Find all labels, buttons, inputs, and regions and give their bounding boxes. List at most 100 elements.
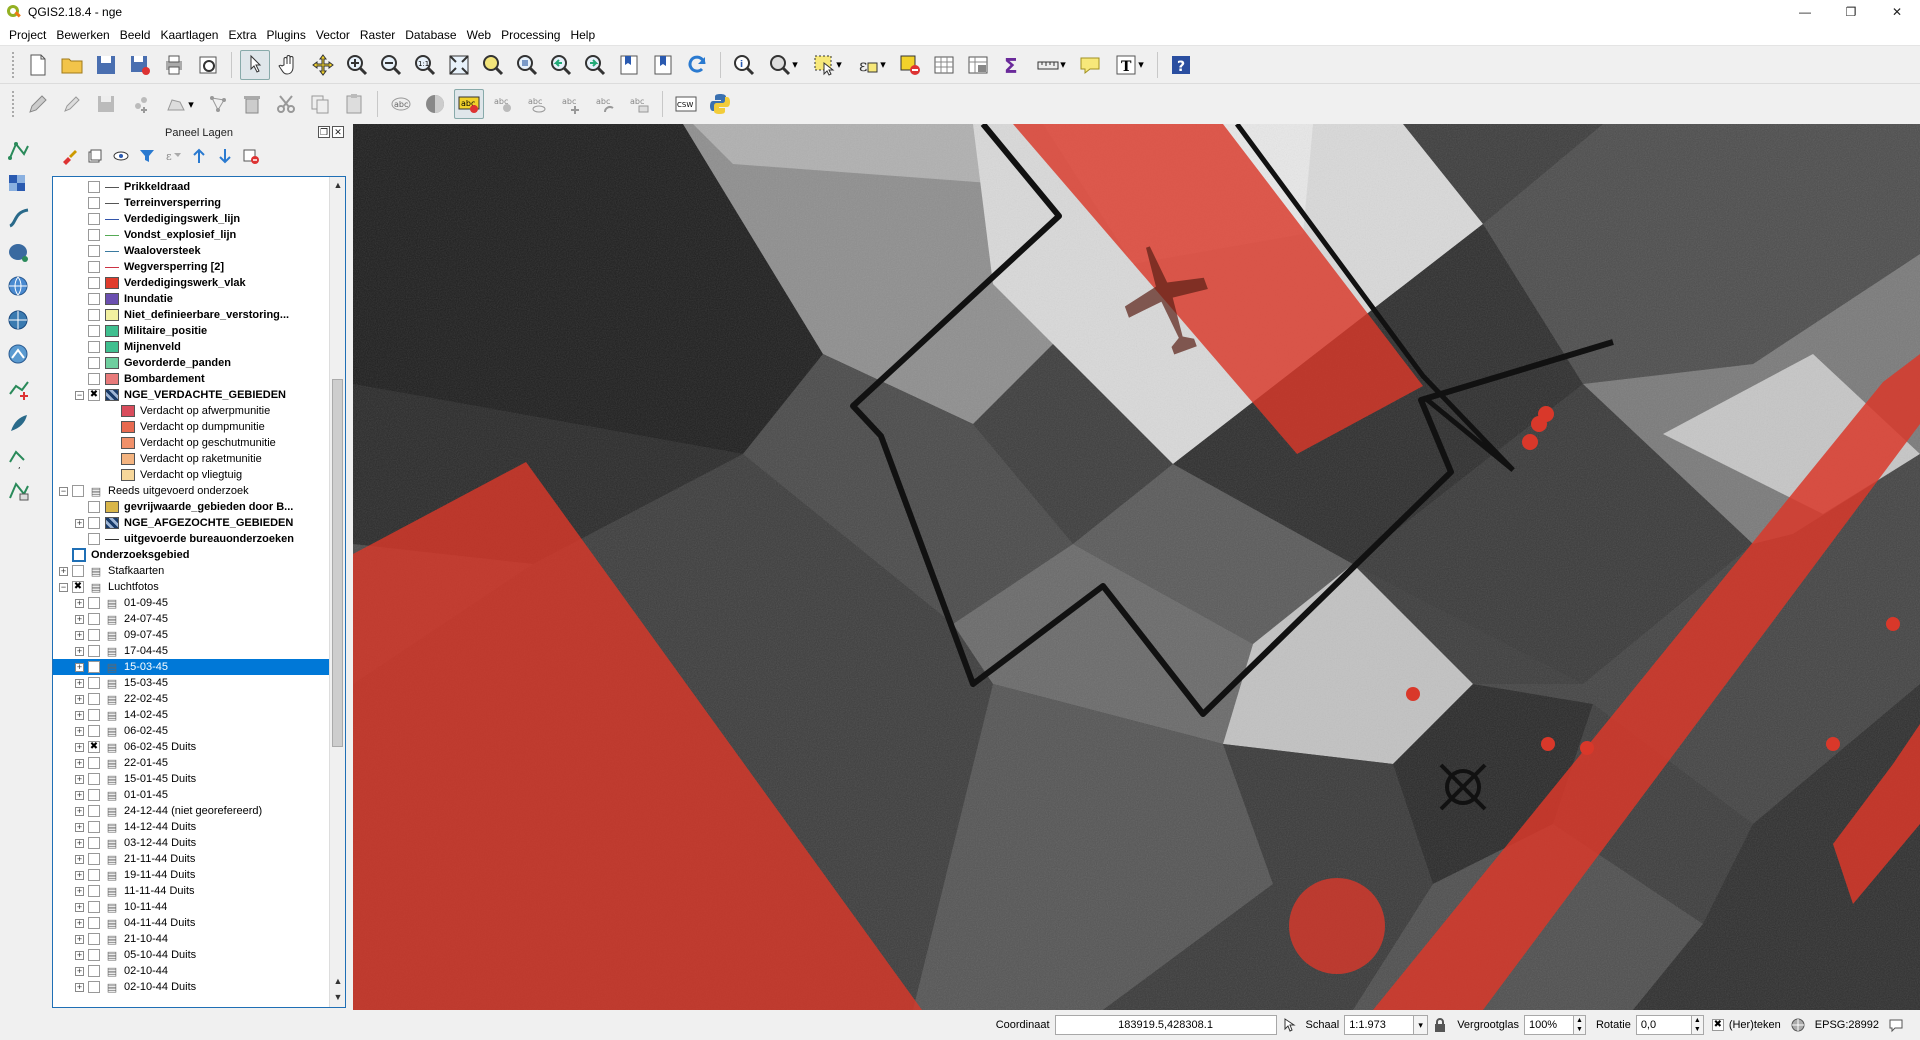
- menu-help[interactable]: Help: [565, 24, 600, 46]
- expand-toggle-icon[interactable]: +: [75, 902, 84, 912]
- csw-button[interactable]: CSW: [671, 89, 701, 119]
- layer-tree-row[interactable]: + NGE_AFGEZOCHTE_GEBIEDEN: [53, 515, 329, 531]
- layer-visibility-checkbox[interactable]: [88, 773, 100, 785]
- add-wfs-layer-button[interactable]: [0, 338, 40, 372]
- layer-visibility-checkbox[interactable]: [88, 949, 100, 961]
- expand-toggle-icon[interactable]: −: [75, 390, 84, 400]
- layer-tree-row[interactable]: + ▤ Stafkaarten: [53, 563, 329, 579]
- layer-visibility-checkbox[interactable]: [88, 869, 100, 881]
- pan-button[interactable]: [274, 50, 304, 80]
- add-delimited-text-button[interactable]: ,: [0, 440, 40, 474]
- layer-visibility-checkbox[interactable]: [88, 965, 100, 977]
- layer-tree-row[interactable]: Verdacht op vliegtuig: [53, 467, 329, 483]
- layer-tree-row[interactable]: + ▤ 14-02-45: [53, 707, 329, 723]
- magnifier-spinner[interactable]: ▲ ▼: [1573, 1015, 1586, 1035]
- maximize-button[interactable]: ❐: [1828, 0, 1874, 24]
- layer-tree-row[interactable]: + ▤ 15-03-45: [53, 675, 329, 691]
- new-shapefile-button[interactable]: [0, 372, 40, 406]
- node-tool-button[interactable]: [203, 89, 233, 119]
- layer-tree-row[interactable]: + ▤ 24-07-45: [53, 611, 329, 627]
- scroll-up-icon-lower[interactable]: ▲: [330, 973, 345, 989]
- add-group-button[interactable]: [84, 145, 106, 167]
- move-feature-button[interactable]: ▾: [159, 89, 199, 119]
- expand-toggle-icon[interactable]: −: [59, 582, 68, 592]
- feature-action-button[interactable]: ▾: [763, 50, 803, 80]
- expand-toggle-icon[interactable]: +: [75, 918, 84, 928]
- layer-tree-row[interactable]: + ▤ 19-11-44 Duits: [53, 867, 329, 883]
- layer-tree-row[interactable]: + ✖ ▤ 06-02-45 Duits: [53, 739, 329, 755]
- map-canvas[interactable]: [353, 124, 1920, 1010]
- expand-toggle-icon[interactable]: +: [75, 710, 84, 720]
- layer-visibility-checkbox[interactable]: [88, 309, 100, 321]
- text-annotation-button[interactable]: T ▾: [1109, 50, 1149, 80]
- expand-toggle-icon[interactable]: +: [75, 678, 84, 688]
- menu-database[interactable]: Database: [400, 24, 461, 46]
- expand-toggle-icon[interactable]: +: [75, 646, 84, 656]
- layer-tree-row[interactable]: + ▤ 11-11-44 Duits: [53, 883, 329, 899]
- expand-toggle-icon[interactable]: +: [75, 838, 84, 848]
- layer-visibility-checkbox[interactable]: [88, 229, 100, 241]
- layer-visibility-checkbox[interactable]: [88, 501, 100, 513]
- toolbar-grip[interactable]: [12, 91, 15, 117]
- layer-visibility-checkbox[interactable]: [88, 693, 100, 705]
- measure-button[interactable]: ▾: [1031, 50, 1071, 80]
- layer-tree-row[interactable]: + ▤ 15-01-45 Duits: [53, 771, 329, 787]
- layer-visibility-checkbox[interactable]: [88, 709, 100, 721]
- layer-visibility-checkbox[interactable]: [88, 293, 100, 305]
- new-bookmark-button[interactable]: [614, 50, 644, 80]
- change-label-button[interactable]: abc: [624, 89, 654, 119]
- toggle-editing-button[interactable]: [57, 89, 87, 119]
- menu-project[interactable]: Project: [4, 24, 51, 46]
- layer-tree-row[interactable]: + ▤ 24-12-44 (niet georefereerd): [53, 803, 329, 819]
- layer-tree-scrollbar[interactable]: ▲ ▲ ▼: [329, 177, 345, 1007]
- crs-label[interactable]: EPSG:28992: [1815, 1019, 1879, 1031]
- statistical-summary-button[interactable]: Σ: [997, 50, 1027, 80]
- layer-tree-row[interactable]: + ▤ 10-11-44: [53, 899, 329, 915]
- label-highlight-button[interactable]: abc: [454, 89, 484, 119]
- layer-visibility-checkbox[interactable]: [72, 548, 86, 562]
- layer-labeling-button[interactable]: abc: [386, 89, 416, 119]
- render-checkbox[interactable]: ✖: [1711, 1019, 1724, 1031]
- layer-tree-row[interactable]: − ▤ Reeds uitgevoerd onderzoek: [53, 483, 329, 499]
- layer-visibility-checkbox[interactable]: [88, 661, 100, 673]
- rotate-label-button[interactable]: abc: [590, 89, 620, 119]
- expand-toggle-icon[interactable]: +: [75, 774, 84, 784]
- layer-visibility-checkbox[interactable]: [88, 757, 100, 769]
- messages-button[interactable]: [1888, 1017, 1904, 1033]
- layer-tree[interactable]: Prikkeldraad Terreinversperring Verdedigin…: [52, 176, 346, 1008]
- save-project-button[interactable]: [91, 50, 121, 80]
- select-by-expression-button[interactable]: ε ▾: [851, 50, 891, 80]
- remove-layer-button[interactable]: [240, 145, 262, 167]
- layer-visibility-checkbox[interactable]: [88, 181, 100, 193]
- layer-visibility-checkbox[interactable]: [88, 645, 100, 657]
- layer-visibility-checkbox[interactable]: [88, 613, 100, 625]
- layer-tree-row[interactable]: Mijnenveld: [53, 339, 329, 355]
- layer-visibility-checkbox[interactable]: [88, 789, 100, 801]
- layer-visibility-checkbox[interactable]: ✖: [88, 389, 100, 401]
- layer-tree-row[interactable]: − ✖ ▤ Luchtfotos: [53, 579, 329, 595]
- layer-tree-row[interactable]: − ✖ NGE_VERDACHTE_GEBIEDEN: [53, 387, 329, 403]
- layer-visibility-checkbox[interactable]: ✖: [72, 581, 84, 593]
- layer-tree-row[interactable]: uitgevoerde bureauonderzoeken: [53, 531, 329, 547]
- layer-visibility-checkbox[interactable]: [88, 261, 100, 273]
- layer-visibility-checkbox[interactable]: [72, 565, 84, 577]
- zoom-to-selection-button[interactable]: [478, 50, 508, 80]
- collapse-all-button[interactable]: [214, 145, 236, 167]
- expand-toggle-icon[interactable]: +: [59, 566, 68, 576]
- expand-toggle-icon[interactable]: +: [75, 854, 84, 864]
- layer-visibility-checkbox[interactable]: [88, 213, 100, 225]
- layer-visibility-checkbox[interactable]: [88, 885, 100, 897]
- layer-tree-row[interactable]: Inundatie: [53, 291, 329, 307]
- rotation-spinner[interactable]: ▲ ▼: [1691, 1015, 1704, 1035]
- layer-visibility-checkbox[interactable]: [88, 325, 100, 337]
- expand-toggle-icon[interactable]: +: [75, 518, 84, 528]
- show-hide-labels-button[interactable]: abc: [522, 89, 552, 119]
- menu-kaartlagen[interactable]: Kaartlagen: [155, 24, 223, 46]
- scale-combobox[interactable]: 1:1.973: [1344, 1015, 1415, 1035]
- touch-zoom-button[interactable]: [240, 49, 270, 80]
- toolbar-grip[interactable]: [12, 51, 15, 78]
- layer-tree-row[interactable]: + ▤ 03-12-44 Duits: [53, 835, 329, 851]
- close-button[interactable]: ✕: [1874, 0, 1920, 24]
- add-virtual-layer-button[interactable]: [0, 474, 40, 508]
- close-panel-icon[interactable]: ✕: [332, 126, 344, 138]
